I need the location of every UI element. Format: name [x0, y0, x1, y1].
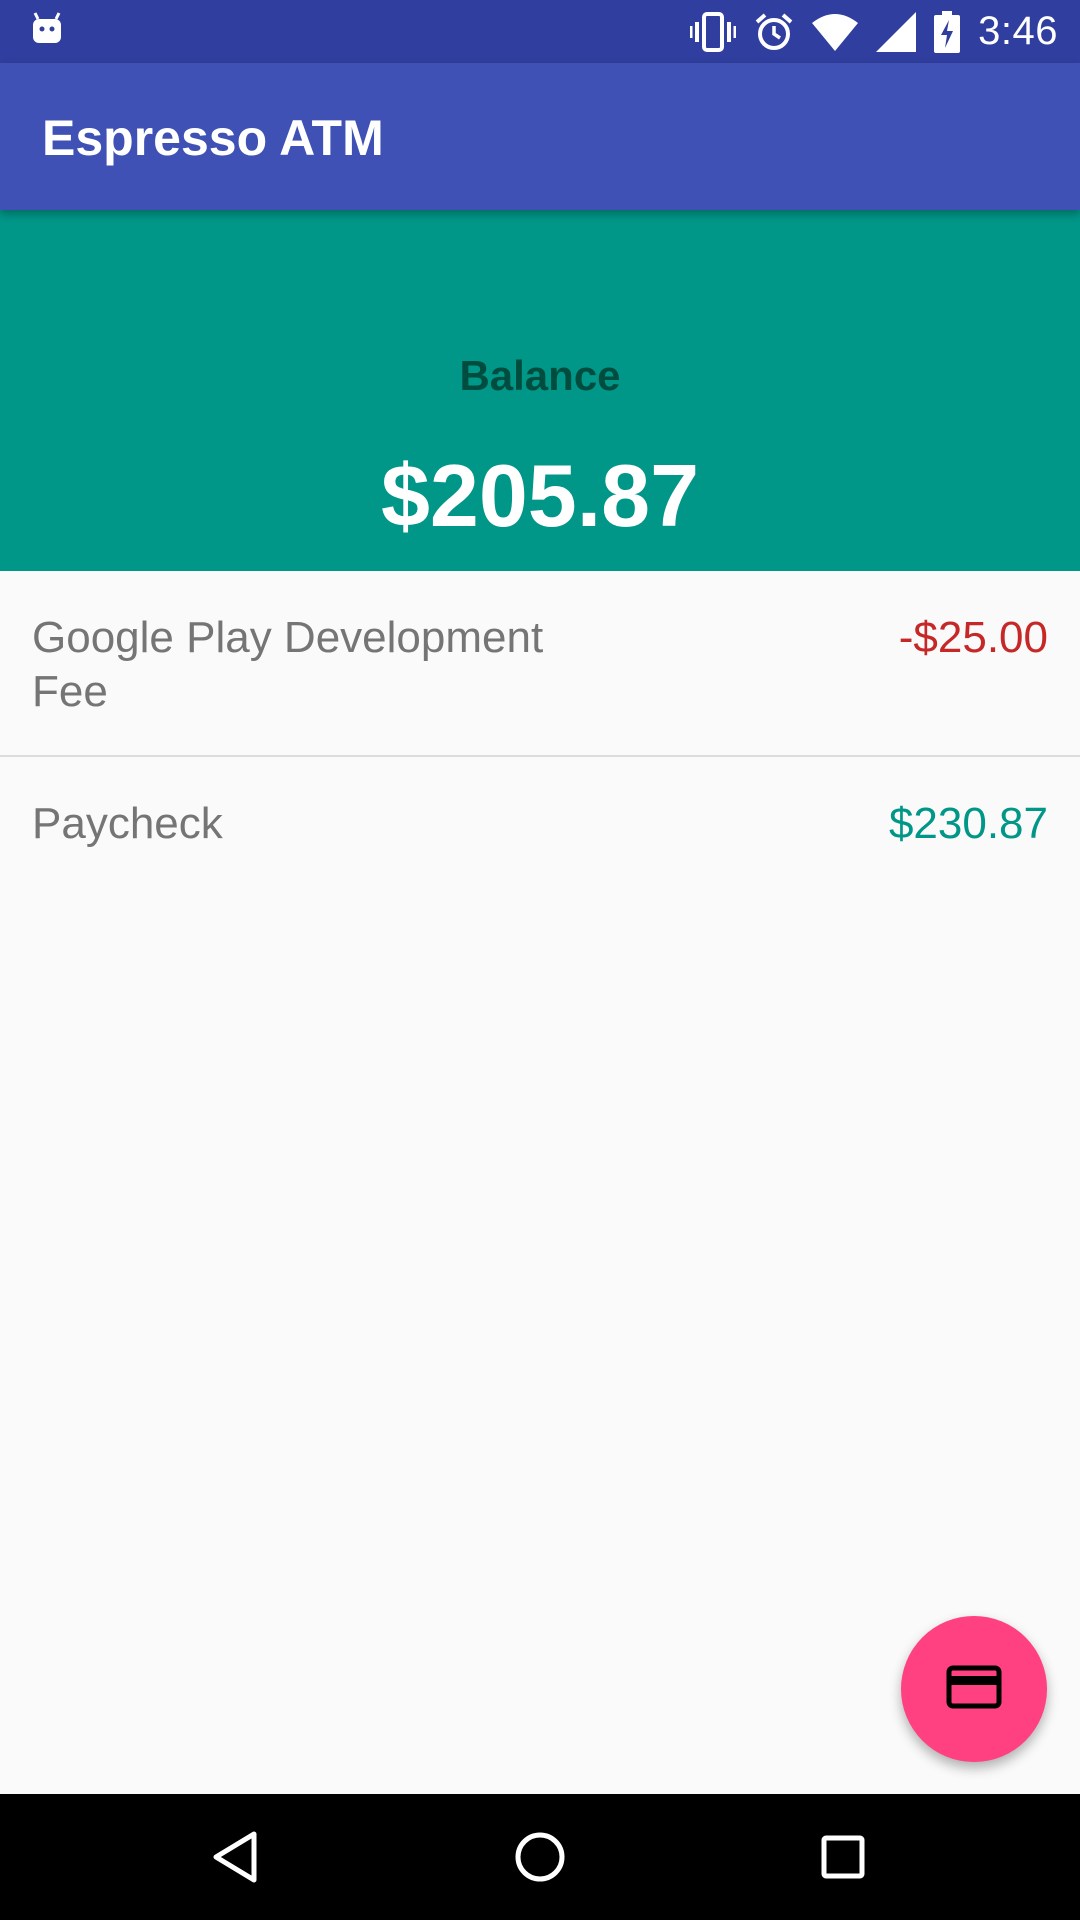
status-bar: 3:46 — [0, 0, 1080, 63]
android-notification-icon — [30, 12, 64, 46]
cell-signal-icon — [876, 11, 917, 52]
credit-card-icon — [946, 1665, 1002, 1714]
screen: 3:46 Espresso ATM Balance $205.87 Google… — [0, 0, 1080, 1920]
vibrate-icon — [690, 11, 737, 52]
back-button[interactable] — [202, 1822, 272, 1892]
balance-panel: Balance $205.87 — [0, 210, 1080, 571]
home-button[interactable] — [505, 1822, 575, 1892]
home-icon — [505, 1832, 575, 1896]
transaction-row[interactable]: Paycheck $230.87 — [0, 757, 1080, 887]
transaction-list: Google Play Development Fee -$25.00 Payc… — [0, 571, 1080, 887]
back-icon — [202, 1831, 272, 1896]
transaction-amount: $230.87 — [888, 799, 1048, 848]
transaction-description: Paycheck — [32, 799, 223, 848]
wifi-icon — [812, 13, 859, 51]
recents-icon — [808, 1835, 878, 1896]
status-clock: 3:46 — [978, 9, 1058, 53]
battery-charging-icon — [934, 10, 961, 53]
balance-label: Balance — [459, 352, 621, 399]
recents-button[interactable] — [808, 1822, 878, 1892]
balance-amount: $205.87 — [380, 446, 700, 545]
transaction-row[interactable]: Google Play Development Fee -$25.00 — [0, 571, 1080, 757]
navigation-bar — [0, 1794, 1080, 1920]
alarm-icon — [754, 12, 794, 52]
app-title: Espresso ATM — [42, 110, 384, 166]
transaction-description: Google Play Development Fee — [32, 613, 544, 716]
add-transaction-button[interactable] — [901, 1616, 1047, 1762]
transaction-amount: -$25.00 — [898, 613, 1048, 662]
status-icons: 3:46 — [690, 0, 1058, 63]
app-bar: Espresso ATM — [0, 63, 1080, 210]
